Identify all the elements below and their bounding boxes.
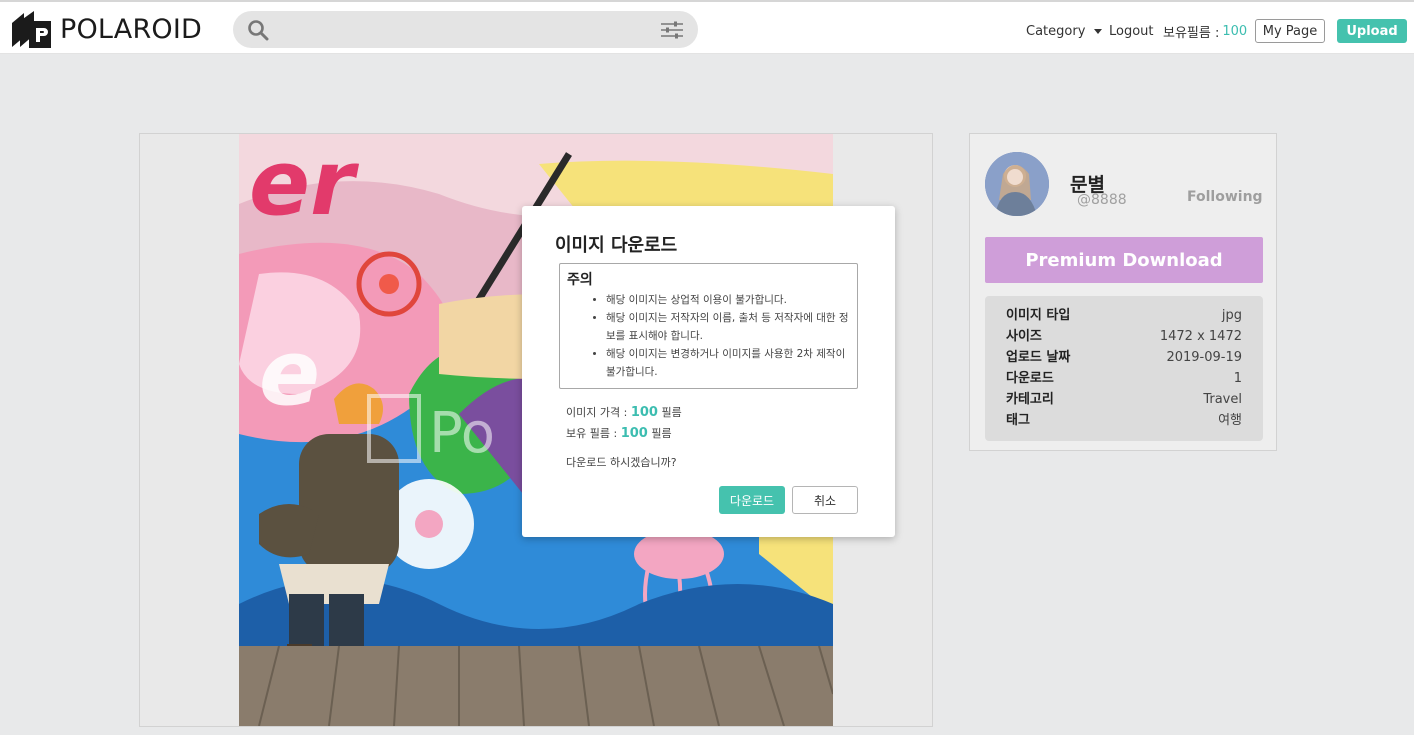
owned-films-count: 100 [1222, 23, 1248, 39]
filter-sliders-icon[interactable] [660, 20, 684, 40]
svg-text:e: e [259, 321, 320, 426]
owned-films-value: 100 [620, 426, 648, 441]
logout-link[interactable]: Logout [1109, 18, 1154, 44]
info-label: 이미지 타입 [1006, 308, 1071, 323]
download-dialog: 이미지 다운로드 주의 해당 이미지는 상업적 이용이 불가합니다. 해당 이미… [522, 206, 895, 537]
notice-item: 해당 이미지는 상업적 이용이 불가합니다. [606, 291, 852, 309]
polaroid-logo-icon [12, 11, 51, 48]
info-value: 1472 x 1472 [1159, 329, 1242, 344]
info-value: 2019-09-19 [1166, 350, 1242, 365]
caret-down-icon [1094, 28, 1103, 34]
upload-button[interactable]: Upload [1337, 19, 1407, 43]
search-input[interactable] [277, 17, 637, 42]
info-row: 사이즈 1472 x 1472 [1006, 326, 1242, 347]
dialog-title: 이미지 다운로드 [555, 235, 678, 256]
info-row: 이미지 타입 jpg [1006, 305, 1242, 326]
owned-films: 보유필름 : 100 [1163, 18, 1247, 44]
confirm-question: 다운로드 하시겠습니까? [566, 456, 677, 469]
my-page-button[interactable]: My Page [1255, 19, 1325, 43]
info-value[interactable]: Travel [1203, 389, 1242, 410]
notice-title: 주의 [567, 272, 593, 288]
logo-text: POLAROID [60, 13, 203, 45]
owned-films-label: 보유 필름 : [566, 427, 618, 440]
logo[interactable]: POLAROID [10, 9, 202, 49]
cancel-button[interactable]: 취소 [792, 486, 858, 514]
download-button[interactable]: 다운로드 [719, 486, 785, 514]
info-label: 업로드 날짜 [1006, 350, 1071, 365]
avatar[interactable] [985, 152, 1049, 216]
info-label: 카테고리 [1006, 392, 1054, 407]
info-row: 업로드 날짜 2019-09-19 [1006, 347, 1242, 368]
top-navbar: POLAROID Category Logout 보유필름 : 100 My P… [0, 0, 1414, 54]
info-value: 1 [1233, 371, 1242, 386]
image-info-table: 이미지 타입 jpg 사이즈 1472 x 1472 업로드 날짜 2019-0… [985, 296, 1263, 441]
notice-box: 주의 해당 이미지는 상업적 이용이 불가합니다. 해당 이미지는 저작자의 이… [559, 263, 858, 389]
svg-text:er: er [249, 134, 360, 236]
image-detail-panel: 문별 @8888 Following Premium Download 이미지 … [969, 133, 1277, 451]
info-value[interactable]: 여행 [1218, 410, 1242, 431]
search-icon[interactable] [247, 19, 269, 41]
owned-films-row: 보유 필름 : 100 필름 [566, 425, 672, 441]
author-handle: @8888 [1077, 192, 1127, 208]
image-price-value: 100 [630, 405, 658, 420]
info-label: 태그 [1006, 413, 1030, 428]
notice-item: 해당 이미지는 변경하거나 이미지를 사용한 2차 제작이 불가합니다. [606, 345, 852, 381]
category-dropdown[interactable]: Category [1026, 18, 1103, 44]
logout-label: Logout [1109, 23, 1154, 39]
owned-films-unit: 필름 [651, 427, 672, 440]
owned-films-label: 보유필름 : [1163, 25, 1220, 41]
following-button[interactable]: Following [1187, 189, 1263, 205]
info-row: 카테고리 Travel [1006, 389, 1242, 410]
info-row: 태그 여행 [1006, 410, 1242, 431]
info-row: 다운로드 1 [1006, 368, 1242, 389]
category-label: Category [1026, 23, 1086, 39]
watermark-text: Po [429, 401, 495, 466]
info-label: 사이즈 [1006, 329, 1042, 344]
image-price-unit: 필름 [661, 406, 682, 419]
premium-download-button[interactable]: Premium Download [985, 237, 1263, 283]
search-bar[interactable] [233, 11, 698, 48]
notice-item: 해당 이미지는 저작자의 이름, 출처 등 저작자에 대한 정보를 표시해야 합… [606, 309, 852, 345]
image-price-label: 이미지 가격 : [566, 406, 628, 419]
notice-list: 해당 이미지는 상업적 이용이 불가합니다. 해당 이미지는 저작자의 이름, … [606, 291, 852, 381]
info-label: 다운로드 [1006, 371, 1054, 386]
image-price-row: 이미지 가격 : 100 필름 [566, 404, 682, 420]
info-value: jpg [1221, 308, 1242, 323]
avatar-image [985, 152, 1049, 216]
